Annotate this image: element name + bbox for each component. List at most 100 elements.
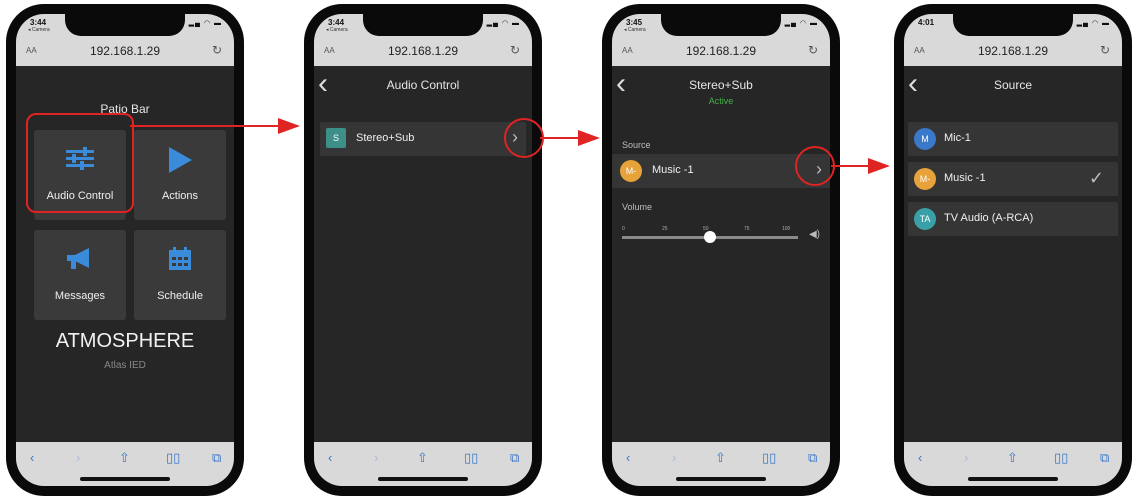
back-nav-icon[interactable]: ‹	[30, 450, 34, 465]
reload-icon[interactable]: ↻	[212, 43, 222, 57]
reload-icon[interactable]: ↻	[808, 43, 818, 57]
signal-wifi-battery-icon: ▂▄ ◠ ▬	[188, 20, 222, 27]
browser-url-bar[interactable]: AA 192.168.1.29 ↻	[16, 36, 234, 66]
tabs-icon[interactable]: ⧉	[510, 450, 519, 466]
forward-nav-icon[interactable]: ›	[76, 450, 80, 465]
browser-url-bar[interactable]: AA 192.168.1.29 ↻	[314, 36, 532, 66]
volume-section-label: Volume	[622, 202, 653, 212]
tile-label: Messages	[54, 290, 106, 302]
forward-nav-icon[interactable]: ›	[964, 450, 968, 465]
source-badge: M	[914, 128, 936, 150]
url-text[interactable]: 192.168.1.29	[612, 44, 830, 58]
source-badge: TA	[914, 208, 936, 230]
page-content: ‹ Audio Control S Stereo+Sub ›	[314, 66, 532, 442]
tile-messages[interactable]: Messages	[34, 230, 126, 320]
url-text[interactable]: 192.168.1.29	[16, 44, 234, 58]
page-title: Stereo+Sub	[689, 78, 753, 92]
back-to-app-label[interactable]: ◂ Camera	[326, 27, 348, 33]
tabs-icon[interactable]: ⧉	[212, 450, 221, 466]
highlight-audio-control	[26, 113, 134, 213]
bookmarks-icon[interactable]: ▯▯	[762, 450, 776, 466]
source-value: Music -1	[652, 164, 694, 176]
tile-actions[interactable]: Actions	[134, 130, 226, 220]
source-badge: M-	[620, 160, 642, 182]
volume-slider[interactable]	[622, 231, 798, 243]
phone-screen: 4:01 ▂▄ ◠ ▬ AA 192.168.1.29 ↻ ‹ Source M…	[904, 14, 1122, 486]
tile-label: Actions	[161, 190, 199, 202]
back-to-app-label[interactable]: ◂ Camera	[28, 27, 50, 33]
checkmark-icon: ✓	[1088, 168, 1104, 188]
phone-screen: 3:45 ◂ Camera ▂▄ ◠ ▬ AA 192.168.1.29 ↻ ‹…	[612, 14, 830, 486]
source-option-label: Mic-1	[944, 132, 971, 144]
source-option-music[interactable]: M- Music -1 ✓	[908, 162, 1118, 196]
status-time: 3:45	[626, 18, 643, 27]
source-option-mic[interactable]: M Mic-1	[908, 122, 1118, 156]
share-icon[interactable]: ⇧	[1007, 450, 1018, 466]
phone-source: 4:01 ▂▄ ◠ ▬ AA 192.168.1.29 ↻ ‹ Source M…	[894, 4, 1132, 496]
tabs-icon[interactable]: ⧉	[1100, 450, 1109, 466]
flow-arrow-head	[278, 118, 300, 134]
back-to-app-label[interactable]: ◂ Camera	[624, 27, 646, 33]
status-time: 4:01	[918, 18, 935, 27]
bookmarks-icon[interactable]: ▯▯	[1054, 450, 1068, 466]
speaker-icon[interactable]: ◀)	[809, 229, 820, 240]
tile-label: Schedule	[157, 290, 203, 302]
browser-url-bar[interactable]: AA 192.168.1.29 ↻	[612, 36, 830, 66]
home-indicator	[80, 477, 170, 481]
signal-wifi-battery-icon: ▂▄ ◠ ▬	[784, 20, 818, 27]
phone-screen: 3:44 ◂ Camera ▂▄ ◠ ▬ AA 192.168.1.29 ↻ ‹…	[314, 14, 532, 486]
list-item-stereo-sub[interactable]: S Stereo+Sub ›	[320, 122, 526, 156]
flow-arrow-line	[540, 137, 580, 139]
highlight-circle-chevron	[795, 146, 835, 186]
atlas-ied-logo: Atlas IED	[104, 360, 146, 371]
share-icon[interactable]: ⇧	[417, 450, 428, 466]
flow-arrow-head	[868, 158, 890, 174]
share-icon[interactable]: ⇧	[119, 450, 130, 466]
bookmarks-icon[interactable]: ▯▯	[464, 450, 478, 466]
page-title: Audio Control	[386, 78, 460, 92]
highlight-circle-chevron	[504, 118, 544, 158]
home-indicator	[378, 477, 468, 481]
notch	[65, 14, 185, 36]
flow-arrow-line	[831, 165, 871, 167]
notch	[363, 14, 483, 36]
url-text[interactable]: 192.168.1.29	[904, 44, 1122, 58]
volume-tick: 100	[782, 226, 791, 232]
zone-badge: S	[326, 128, 346, 148]
megaphone-icon	[34, 246, 126, 280]
status-time: 3:44	[30, 18, 47, 27]
phone-patio-bar: 3:44 ◂ Camera ▂▄ ◠ ▬ AA 192.168.1.29 ↻ P…	[6, 4, 244, 496]
source-option-label: TV Audio (A-RCA)	[944, 212, 1034, 224]
source-option-tv-audio[interactable]: TA TV Audio (A-RCA)	[908, 202, 1118, 236]
page-content: ‹ Stereo+Sub Active Source M- Music -1 ›…	[612, 66, 830, 442]
browser-toolbar: ‹ › ⇧ ▯▯ ⧉	[16, 442, 234, 486]
reload-icon[interactable]: ↻	[510, 43, 520, 57]
back-nav-icon[interactable]: ‹	[626, 450, 630, 465]
calendar-icon	[134, 246, 226, 280]
volume-tick: 25	[662, 226, 668, 232]
share-icon[interactable]: ⇧	[715, 450, 726, 466]
bookmarks-icon[interactable]: ▯▯	[166, 450, 180, 466]
flow-arrow-head	[578, 130, 600, 146]
browser-url-bar[interactable]: AA 192.168.1.29 ↻	[904, 36, 1122, 66]
source-section-label: Source	[622, 140, 651, 150]
url-text[interactable]: 192.168.1.29	[314, 44, 532, 58]
browser-toolbar: ‹ › ⇧ ▯▯ ⧉	[314, 442, 532, 486]
tabs-icon[interactable]: ⧉	[808, 450, 817, 466]
flow-arrow-line	[130, 125, 280, 127]
volume-slider-knob[interactable]	[704, 231, 716, 243]
forward-nav-icon[interactable]: ›	[672, 450, 676, 465]
tile-schedule[interactable]: Schedule	[134, 230, 226, 320]
status-active: Active	[708, 96, 734, 106]
notch	[953, 14, 1073, 36]
browser-toolbar: ‹ › ⇧ ▯▯ ⧉	[612, 442, 830, 486]
atmosphere-logo: ATMOSPHERE	[55, 330, 195, 352]
forward-nav-icon[interactable]: ›	[374, 450, 378, 465]
back-nav-icon[interactable]: ‹	[918, 450, 922, 465]
page-content: ‹ Source M Mic-1 M- Music -1 ✓ TA TV Aud…	[904, 66, 1122, 442]
phone-stereo-sub: 3:45 ◂ Camera ▂▄ ◠ ▬ AA 192.168.1.29 ↻ ‹…	[602, 4, 840, 496]
phone-screen: 3:44 ◂ Camera ▂▄ ◠ ▬ AA 192.168.1.29 ↻ P…	[16, 14, 234, 486]
back-nav-icon[interactable]: ‹	[328, 450, 332, 465]
browser-toolbar: ‹ › ⇧ ▯▯ ⧉	[904, 442, 1122, 486]
reload-icon[interactable]: ↻	[1100, 43, 1110, 57]
